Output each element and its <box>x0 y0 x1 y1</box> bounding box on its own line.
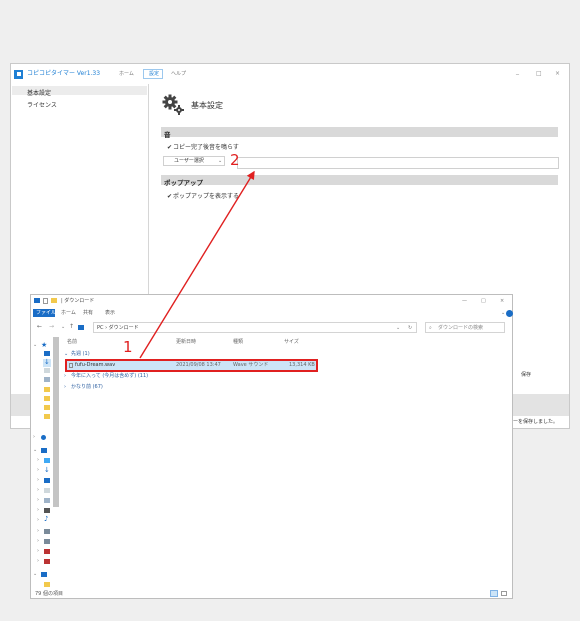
annotation-number-2: 2 <box>230 151 240 169</box>
annotation-number-1: 1 <box>123 338 133 356</box>
annotation-arrow <box>139 170 255 359</box>
